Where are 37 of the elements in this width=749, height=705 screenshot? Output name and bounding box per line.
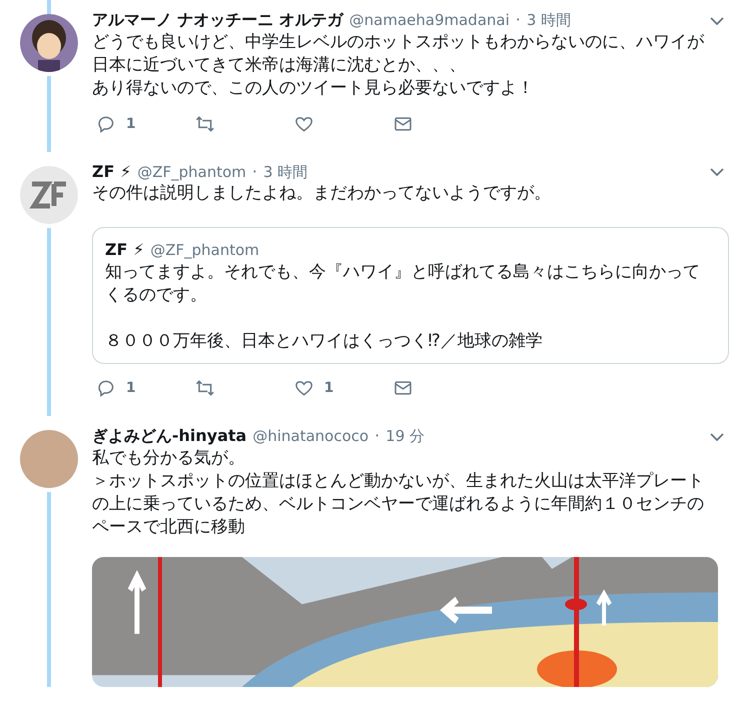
- user-name[interactable]: ぎよみどん-hinyata: [92, 426, 247, 447]
- diagram-illustration[interactable]: [92, 557, 718, 687]
- user-handle[interactable]: @ZF_phantom: [150, 241, 260, 259]
- tweet-text: あり得ないので、この人のツイート見ら必要ないですよ！: [92, 77, 535, 100]
- like-count: 1: [324, 380, 334, 396]
- user-handle[interactable]: @namaeha9madanai: [349, 11, 510, 29]
- separator-dot: ·: [374, 426, 380, 445]
- tweet-text: 私でも分かる気が。: [92, 447, 246, 470]
- tweet-text: ＞ホットスポットの位置はほとんど動かないが、生まれた火山は太平洋プレートの上に乗っているため、ベルトコンベヤーで運ばれるように年間約１０センチのペースで北西に移動: [92, 470, 705, 539]
- user-name[interactable]: アルマーノ ナオッチーニ オルテガ: [92, 10, 344, 31]
- user-handle[interactable]: @ZF_phantom: [137, 163, 246, 181]
- quoted-tweet-text: 知ってますよ。それでも、今『ハワイ』と呼ばれてる島々はこちらに向かってくるのです。: [105, 261, 701, 307]
- user-name[interactable]: ZF ⚡: [105, 240, 144, 259]
- tweet-time[interactable]: 3 時間: [526, 11, 571, 30]
- chevron-down-icon[interactable]: [709, 432, 725, 442]
- user-handle[interactable]: @hinatanococo: [252, 427, 369, 445]
- reply-icon[interactable]: [96, 114, 116, 134]
- reply-icon[interactable]: [96, 378, 116, 398]
- chevron-down-icon[interactable]: [709, 16, 725, 26]
- reply-count: 1: [126, 380, 136, 396]
- avatar-drawing[interactable]: [20, 14, 78, 72]
- retweet-icon[interactable]: [195, 114, 215, 134]
- quoted-tweet-card[interactable]: ZF ⚡ @ZF_phantom 知ってますよ。それでも、今『ハワイ』と呼ばれてる島々はこちらに向かってくるのです。 ８０００万年後、日本とハワイはくっつく⁉／地球の雑学: [92, 227, 729, 364]
- quoted-tweet-text: ８０００万年後、日本とハワイはくっつく⁉／地球の雑学: [105, 330, 544, 353]
- heart-icon[interactable]: [294, 378, 314, 398]
- tweet-time[interactable]: 3 時間: [263, 163, 308, 182]
- separator-dot: ·: [252, 162, 258, 181]
- heart-icon[interactable]: [294, 114, 314, 134]
- user-name[interactable]: ZF ⚡: [92, 162, 132, 181]
- chevron-down-icon[interactable]: [709, 167, 725, 177]
- tweet-text: その件は説明しましたよね。まだわかってないようですが。: [92, 182, 552, 205]
- tweet-text: どうでも良いけど、中学生レベルのホットスポットもわからないのに、ハワイが日本に近づいてきて米帝は海溝に沈むとか、、、: [92, 31, 705, 77]
- separator-dot: ·: [516, 10, 521, 29]
- retweet-icon[interactable]: [195, 378, 215, 398]
- avatar-logo[interactable]: [20, 166, 78, 224]
- tweet-time[interactable]: 19 分: [386, 427, 425, 446]
- reply-count: 1: [126, 116, 136, 132]
